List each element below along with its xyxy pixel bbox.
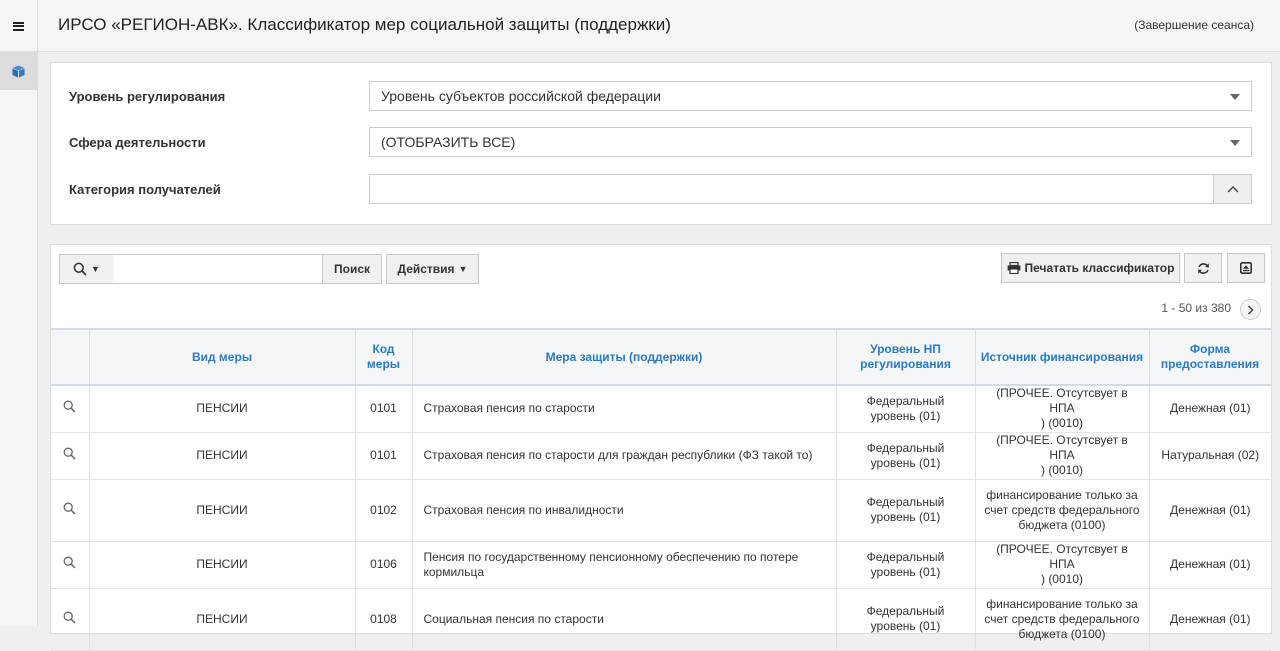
actions-button[interactable]: Действия ▼ xyxy=(386,254,479,284)
next-page-button[interactable] xyxy=(1240,299,1261,320)
classifier-grid: ▼ Поиск Действия ▼ Печатать классификато… xyxy=(50,244,1272,651)
cell-level: Федеральный уровень (01) xyxy=(835,432,975,480)
row-view-cell xyxy=(51,541,89,589)
classifier-table: Вид меры Код меры Мера защиты (поддержки)… xyxy=(51,328,1272,651)
print-classifier-button[interactable]: Печатать классификатор xyxy=(1001,253,1180,283)
logout-link[interactable]: (Завершение сеанса) xyxy=(1134,18,1254,32)
search-icon xyxy=(73,262,87,276)
refresh-button[interactable] xyxy=(1184,253,1222,283)
search-icon[interactable] xyxy=(63,447,76,464)
search-icon[interactable] xyxy=(63,502,76,519)
sphere-select-value: (ОТОБРАЗИТЬ ВСЕ) xyxy=(381,134,516,150)
table-header-row: Вид меры Код меры Мера защиты (поддержки)… xyxy=(51,328,1272,386)
cell-measure: Страховая пенсия по инвалидности xyxy=(411,479,836,542)
cell-form: Денежная (01) xyxy=(1148,588,1271,651)
filter-panel: Уровень регулирования Уровень субъектов … xyxy=(50,62,1272,225)
col-header-level[interactable]: Уровень НП регулирования xyxy=(835,328,976,386)
cell-source: (ПРОЧЕЕ. Отсутсвует в НПА) (0010) xyxy=(974,432,1149,480)
cell-code: 0101 xyxy=(354,385,412,433)
page-title: ИРСО «РЕГИОН-АВК». Классификатор мер соц… xyxy=(58,15,671,34)
top-bar: ИРСО «РЕГИОН-АВК». Классификатор мер соц… xyxy=(0,0,1280,52)
filter-row-sphere: Сфера деятельности (ОТОБРАЗИТЬ ВСЕ) xyxy=(51,127,1271,157)
search-icon[interactable] xyxy=(63,400,76,417)
cell-kind: ПЕНСИИ xyxy=(88,479,355,542)
col-header-measure[interactable]: Мера защиты (поддержки) xyxy=(411,328,837,386)
filter-row-level: Уровень регулирования Уровень субъектов … xyxy=(51,81,1271,111)
cell-code: 0106 xyxy=(354,541,412,589)
printer-icon xyxy=(1007,262,1020,274)
row-view-cell xyxy=(51,479,89,542)
sidebar xyxy=(0,52,38,626)
sphere-label: Сфера деятельности xyxy=(69,135,206,150)
row-view-cell xyxy=(51,588,89,651)
category-label: Категория получателей xyxy=(69,182,221,197)
sidebar-item-classifier[interactable] xyxy=(0,52,37,90)
filter-row-category: Категория получателей xyxy=(51,174,1271,204)
table-row[interactable]: ПЕНСИИ 0102 Страховая пенсия по инвалиднос… xyxy=(51,479,1271,542)
sphere-select[interactable]: (ОТОБРАЗИТЬ ВСЕ) xyxy=(369,127,1252,157)
level-select[interactable]: Уровень субъектов российской федерации xyxy=(369,81,1252,111)
level-select-value: Уровень субъектов российской федерации xyxy=(381,88,661,104)
cell-source: (ПРОЧЕЕ. Отсутсвует в НПА) (0010) xyxy=(974,385,1149,433)
cell-source: финансирование только за счет средств фед… xyxy=(974,588,1149,651)
table-row[interactable]: ПЕНСИИ 0101 Страховая пенсия по старости д… xyxy=(51,432,1271,480)
cell-measure: Страховая пенсия по старости xyxy=(411,385,836,433)
pager-text: 1 - 50 из 380 xyxy=(1161,301,1231,315)
chevron-up-icon xyxy=(1227,186,1238,193)
search-input[interactable] xyxy=(113,254,323,284)
cell-measure: Пенсия по государственному пенсионному о… xyxy=(411,541,836,589)
cell-kind: ПЕНСИИ xyxy=(88,432,355,480)
table-row[interactable]: ПЕНСИИ 0106 Пенсия по государственному пен… xyxy=(51,541,1271,589)
cell-code: 0101 xyxy=(354,432,412,480)
caret-down-icon xyxy=(1230,94,1240,100)
cell-measure: Социальная пенсия по старости xyxy=(411,588,836,651)
search-icon[interactable] xyxy=(63,556,76,573)
col-header-kind[interactable]: Вид меры xyxy=(88,328,356,386)
cell-form: Денежная (01) xyxy=(1148,541,1271,589)
category-collapse-button[interactable] xyxy=(1213,174,1252,204)
export-box-icon xyxy=(1240,262,1252,274)
cell-kind: ПЕНСИИ xyxy=(88,385,355,433)
table-row[interactable]: ПЕНСИИ 0108 Социальная пенсия по старости Ф… xyxy=(51,588,1271,651)
cell-code: 0108 xyxy=(354,588,412,651)
cell-level: Федеральный уровень (01) xyxy=(835,385,975,433)
refresh-icon xyxy=(1197,262,1209,274)
table-row[interactable]: ПЕНСИИ 0101 Страховая пенсия по старости Фе… xyxy=(51,385,1271,433)
cell-kind: ПЕНСИИ xyxy=(88,541,355,589)
cell-level: Федеральный уровень (01) xyxy=(835,479,975,542)
cell-code: 0102 xyxy=(354,479,412,542)
search-options-button[interactable]: ▼ xyxy=(59,254,114,284)
level-label: Уровень регулирования xyxy=(69,89,226,104)
cell-kind: ПЕНСИИ xyxy=(88,588,355,651)
cell-source: финансирование только за счет средств фед… xyxy=(974,479,1149,542)
chevron-right-icon xyxy=(1247,304,1254,315)
col-header-source[interactable]: Источник финансирования xyxy=(974,328,1150,386)
col-header-code[interactable]: Код меры xyxy=(354,328,413,386)
export-button[interactable] xyxy=(1227,253,1265,283)
print-button-label: Печатать классификатор xyxy=(1024,261,1175,275)
caret-down-icon: ▼ xyxy=(458,264,468,274)
menu-icon[interactable] xyxy=(0,0,38,52)
col-header-form[interactable]: Форма предоставления xyxy=(1148,328,1272,386)
cell-form: Денежная (01) xyxy=(1148,385,1271,433)
row-view-cell xyxy=(51,385,89,433)
cell-form: Натуральная (02) xyxy=(1148,432,1271,480)
caret-down-icon xyxy=(1230,140,1240,146)
search-button[interactable]: Поиск xyxy=(322,254,382,284)
row-view-cell xyxy=(51,432,89,480)
actions-button-label: Действия xyxy=(397,262,455,276)
cell-level: Федеральный уровень (01) xyxy=(835,541,975,589)
search-icon[interactable] xyxy=(63,611,76,628)
cell-level: Федеральный уровень (01) xyxy=(835,588,975,651)
cell-form: Денежная (01) xyxy=(1148,479,1271,542)
col-header-view xyxy=(51,328,90,386)
cell-measure: Страховая пенсия по старости для граждан… xyxy=(411,432,836,480)
category-field[interactable] xyxy=(369,174,1213,204)
caret-down-icon: ▼ xyxy=(91,264,100,274)
cell-source: (ПРОЧЕЕ. Отсутсвует в НПА) (0010) xyxy=(974,541,1149,589)
cube-icon xyxy=(12,65,25,77)
